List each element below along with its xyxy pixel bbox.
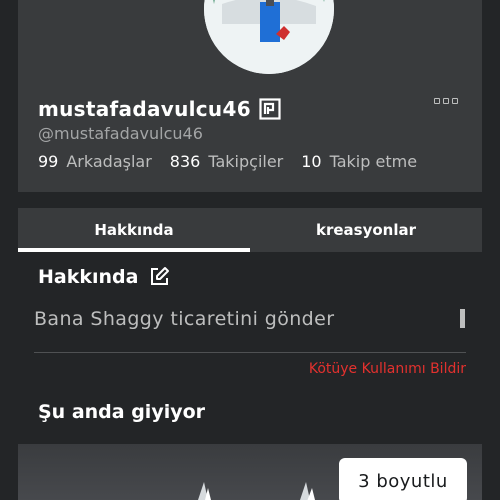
username-row: mustafadavulcu46 [38,96,281,122]
currently-wearing-title: Şu anda giyiyor [38,401,206,423]
view-3d-button[interactable]: 3 boyutlu [339,458,467,500]
tab-about[interactable]: Hakkında [18,208,250,252]
premium-badge-icon [259,98,281,120]
edit-icon[interactable] [148,266,170,288]
avatar-image [204,0,334,74]
stat-label: Takip etme [329,152,418,171]
stat-label: Takipçiler [208,152,284,171]
stat-count: 10 [301,152,322,171]
stat-label: Arkadaşlar [66,152,152,171]
profile-stats: 99 Arkadaşlar 836 Takipçiler 10 Takip etme [38,152,417,171]
stat-count: 99 [38,152,59,171]
about-header: Hakkında [38,266,170,288]
handle: @mustafadavulcu46 [38,124,203,143]
stat-followers[interactable]: 836 Takipçiler [170,152,283,171]
profile-card: mustafadavulcu46 @mustafadavulcu46 99 Ark… [18,0,482,192]
profile-tabs: Hakkında kreasyonlar [18,208,482,252]
stat-following[interactable]: 10 Takip etme [301,152,417,171]
about-title: Hakkında [38,266,139,288]
report-abuse-link[interactable]: Kötüye Kullanımı Bildir [309,361,466,377]
bio-text: Bana Shaggy ticaretini gönder [34,308,335,330]
bio-scrollbar[interactable] [460,309,465,328]
tab-creations[interactable]: kreasyonlar [250,208,482,252]
more-options-icon[interactable] [434,98,458,106]
display-name: mustafadavulcu46 [38,97,251,121]
divider [34,352,466,353]
stat-count: 836 [169,152,201,171]
avatar[interactable] [204,0,334,74]
stat-friends[interactable]: 99 Arkadaşlar [38,152,152,171]
